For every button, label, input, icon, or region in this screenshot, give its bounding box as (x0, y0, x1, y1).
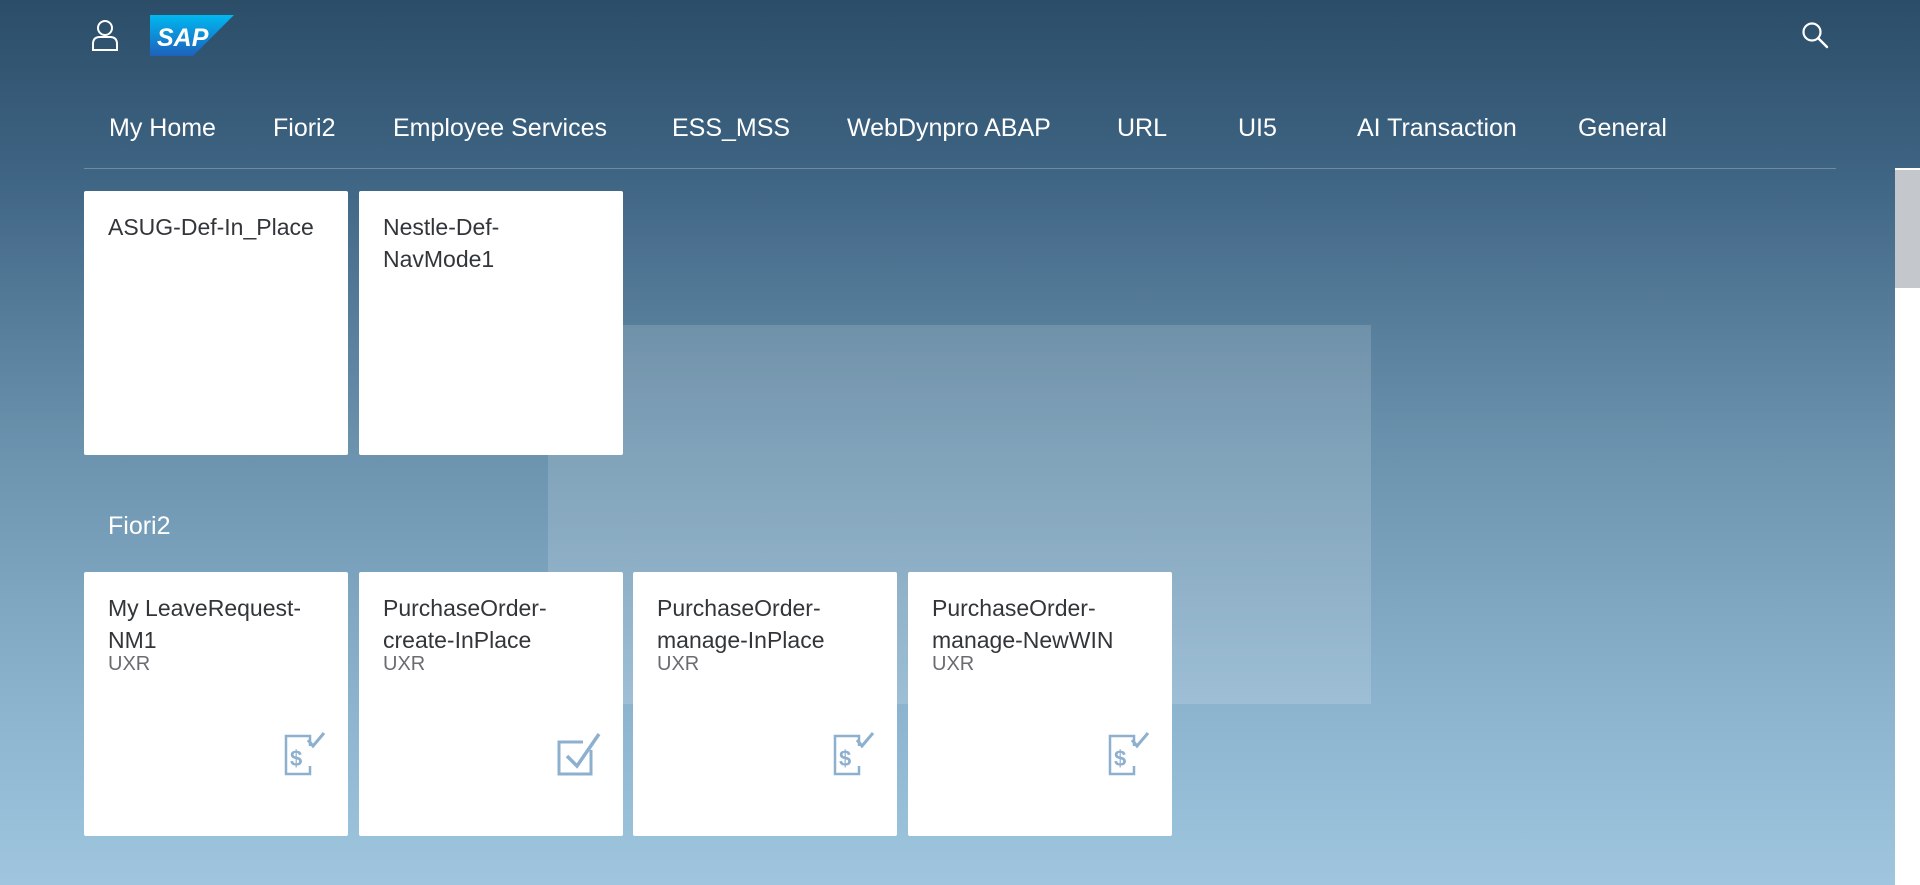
tile-my-leaverequest-nm1[interactable]: My LeaveRequest-NM1 UXR $ (84, 572, 348, 836)
search-icon[interactable] (1800, 20, 1830, 50)
user-icon[interactable] (90, 18, 120, 52)
tile-subtitle: UXR (657, 653, 700, 675)
tile-purchaseorder-manage-inplace[interactable]: PurchaseOrder-manage-InPlace UXR $ (633, 572, 897, 836)
tab-ess-mss[interactable]: ESS_MSS (672, 114, 790, 143)
tab-fiori2[interactable]: Fiori2 (273, 114, 336, 143)
tile-title: PurchaseOrder-manage-NewWIN (932, 595, 1114, 653)
tile-title: Nestle-Def-NavMode1 (383, 214, 500, 272)
tile-purchaseorder-manage-newwin[interactable]: PurchaseOrder-manage-NewWIN UXR $ (908, 572, 1172, 836)
dollar-check-icon: $ (1108, 732, 1150, 776)
tile-subtitle: UXR (932, 653, 975, 675)
tab-employee-services[interactable]: Employee Services (393, 114, 607, 143)
group-title-fiori2: Fiori2 (108, 512, 171, 540)
svg-text:$: $ (1114, 746, 1126, 771)
tile-asug-def-in-place[interactable]: ASUG-Def-In_Place (84, 191, 348, 455)
tab-general[interactable]: General (1578, 114, 1667, 143)
scrollbar-thumb[interactable] (1895, 170, 1920, 288)
shell-header: SAP (0, 0, 1920, 70)
tile-title: PurchaseOrder-create-InPlace (383, 595, 547, 653)
anchor-navigation-bar: My Home Fiori2 Employee Services ESS_MSS… (84, 100, 1836, 169)
sap-logo[interactable]: SAP (150, 15, 234, 56)
tab-ai-transaction[interactable]: AI Transaction (1357, 114, 1517, 143)
svg-text:$: $ (290, 746, 302, 771)
tab-url[interactable]: URL (1117, 114, 1167, 143)
tile-title: ASUG-Def-In_Place (108, 214, 314, 240)
tile-title: My LeaveRequest-NM1 (108, 595, 302, 653)
dollar-check-icon: $ (284, 732, 326, 776)
tab-my-home[interactable]: My Home (109, 114, 216, 143)
svg-text:$: $ (839, 746, 851, 771)
tile-subtitle: UXR (383, 653, 426, 675)
dollar-check-icon: $ (833, 732, 875, 776)
checkbox-icon (557, 733, 601, 776)
tile-title: PurchaseOrder-manage-InPlace (657, 595, 825, 653)
tab-ui5[interactable]: UI5 (1238, 114, 1277, 143)
sap-logo-text: SAP (157, 24, 209, 52)
tile-purchaseorder-create-inplace[interactable]: PurchaseOrder-create-InPlace UXR (359, 572, 623, 836)
tile-nestle-def-navmode1[interactable]: Nestle-Def-NavMode1 (359, 191, 623, 455)
tile-subtitle: UXR (108, 653, 151, 675)
tab-webdynpro-abap[interactable]: WebDynpro ABAP (847, 114, 1051, 143)
